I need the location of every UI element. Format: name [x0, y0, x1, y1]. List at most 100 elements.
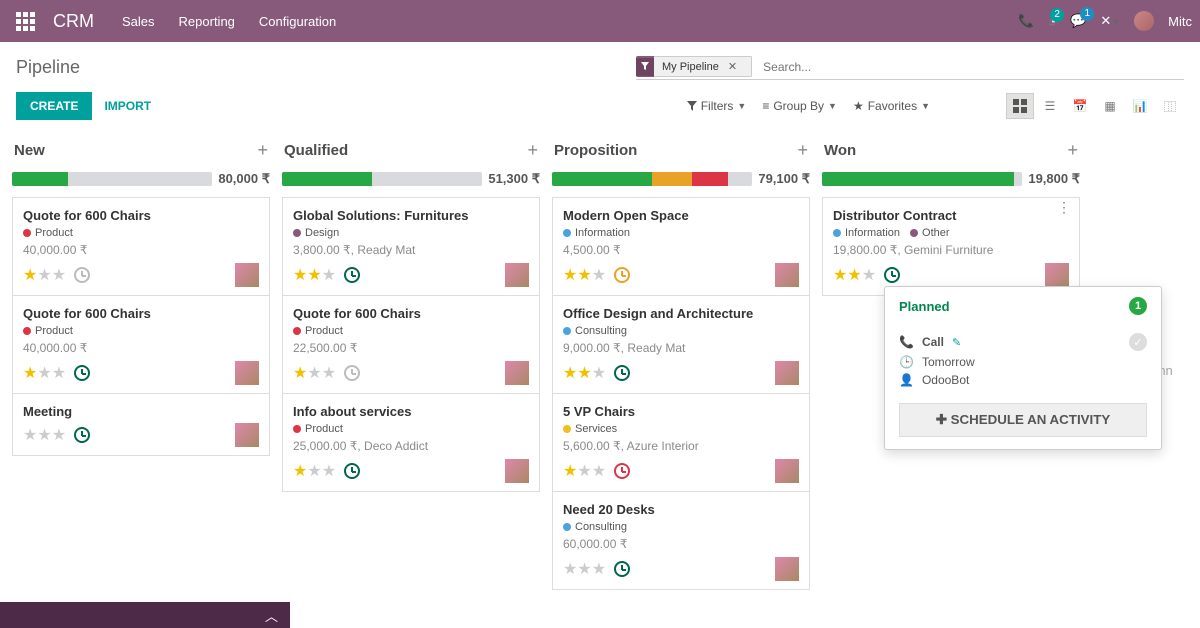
star-icon[interactable]: ★ [592, 559, 606, 579]
apps-icon[interactable] [8, 4, 43, 39]
clock-icon[interactable] [614, 365, 630, 381]
star-icon[interactable]: ★ [833, 265, 847, 285]
kanban-card[interactable]: Quote for 600 ChairsProduct22,500.00 ₹★★… [282, 296, 540, 394]
filters-dropdown[interactable]: Filters▼ [687, 99, 747, 113]
avatar[interactable] [505, 361, 529, 385]
view-list[interactable]: ☰ [1036, 93, 1064, 119]
star-icon[interactable]: ★ [322, 461, 336, 481]
edit-icon[interactable]: ✎ [952, 336, 961, 349]
clock-icon[interactable] [344, 267, 360, 283]
card-title[interactable]: 5 VP Chairs [563, 404, 799, 419]
card-title[interactable]: Quote for 600 Chairs [23, 208, 259, 223]
avatar[interactable] [775, 557, 799, 581]
user-avatar[interactable] [1134, 11, 1154, 31]
kanban-card[interactable]: Need 20 DesksConsulting60,000.00 ₹★★★ [552, 492, 810, 590]
view-kanban[interactable] [1006, 93, 1034, 119]
card-title[interactable]: Info about services [293, 404, 529, 419]
star-icon[interactable]: ★ [862, 265, 876, 285]
schedule-activity-button[interactable]: ✚ SCHEDULE AN ACTIVITY [899, 403, 1147, 437]
user-name[interactable]: Mitc [1168, 14, 1192, 29]
star-icon[interactable]: ★ [847, 265, 861, 285]
kanban-card[interactable]: Modern Open SpaceInformation4,500.00 ₹★★… [552, 197, 810, 296]
star-icon[interactable]: ★ [563, 265, 577, 285]
add-card-button[interactable]: + [257, 140, 268, 161]
clock-icon[interactable] [74, 267, 90, 283]
card-title[interactable]: Office Design and Architecture [563, 306, 799, 321]
kanban-card[interactable]: Quote for 600 ChairsProduct40,000.00 ₹★★… [12, 296, 270, 394]
star-icon[interactable]: ★ [293, 461, 307, 481]
clock-icon[interactable] [614, 463, 630, 479]
star-icon[interactable]: ★ [23, 265, 37, 285]
view-calendar[interactable]: 📅 [1066, 93, 1094, 119]
search-input[interactable] [760, 57, 1184, 77]
card-title[interactable]: Meeting [23, 404, 259, 419]
tools-icon[interactable]: ✕▼ [1100, 13, 1120, 29]
card-title[interactable]: Need 20 Desks [563, 502, 799, 517]
card-title[interactable]: Distributor Contract [833, 208, 1069, 223]
avatar[interactable] [235, 263, 259, 287]
progress-bar[interactable] [12, 172, 212, 186]
done-icon[interactable]: ✓ [1129, 333, 1147, 351]
progress-bar[interactable] [282, 172, 482, 186]
avatar[interactable] [1045, 263, 1069, 287]
progress-bar[interactable] [822, 172, 1022, 186]
clock-icon[interactable] [614, 267, 630, 283]
star-icon[interactable]: ★ [563, 559, 577, 579]
card-title[interactable]: Quote for 600 Chairs [293, 306, 529, 321]
star-icon[interactable]: ★ [23, 363, 37, 383]
bottom-bar[interactable]: ︿ [0, 602, 290, 628]
star-icon[interactable]: ★ [577, 461, 591, 481]
kanban-card[interactable]: Meeting★★★ [12, 394, 270, 456]
clock-icon[interactable] [344, 365, 360, 381]
clock-icon[interactable] [344, 463, 360, 479]
clock-icon[interactable] [74, 365, 90, 381]
kanban-card[interactable]: Global Solutions: FurnituresDesign3,800.… [282, 197, 540, 296]
view-graph[interactable]: 📊 [1126, 93, 1154, 119]
activity-icon[interactable]: ◔2 [1048, 14, 1056, 29]
star-icon[interactable]: ★ [592, 363, 606, 383]
facet-remove[interactable]: ✕ [722, 61, 743, 73]
star-icon[interactable]: ★ [52, 425, 66, 445]
star-icon[interactable]: ★ [592, 265, 606, 285]
groupby-dropdown[interactable]: ≡ Group By▼ [762, 99, 837, 113]
avatar[interactable] [775, 263, 799, 287]
star-icon[interactable]: ★ [293, 363, 307, 383]
star-icon[interactable]: ★ [563, 363, 577, 383]
avatar[interactable] [775, 459, 799, 483]
star-icon[interactable]: ★ [563, 461, 577, 481]
star-icon[interactable]: ★ [52, 363, 66, 383]
nav-configuration[interactable]: Configuration [259, 14, 336, 29]
clock-icon[interactable] [74, 427, 90, 443]
star-icon[interactable]: ★ [577, 265, 591, 285]
add-card-button[interactable]: + [797, 140, 808, 161]
star-icon[interactable]: ★ [577, 559, 591, 579]
star-icon[interactable]: ★ [37, 425, 51, 445]
star-icon[interactable]: ★ [23, 425, 37, 445]
nav-reporting[interactable]: Reporting [179, 14, 235, 29]
clock-icon[interactable] [884, 267, 900, 283]
star-icon[interactable]: ★ [307, 363, 321, 383]
avatar[interactable] [775, 361, 799, 385]
messages-icon[interactable]: 💬1 [1070, 13, 1086, 29]
import-button[interactable]: IMPORT [92, 92, 163, 120]
card-title[interactable]: Quote for 600 Chairs [23, 306, 259, 321]
kanban-card[interactable]: ⋮Distributor ContractInformationOther19,… [822, 197, 1080, 296]
star-icon[interactable]: ★ [52, 265, 66, 285]
star-icon[interactable]: ★ [322, 363, 336, 383]
avatar[interactable] [505, 263, 529, 287]
kanban-card[interactable]: 5 VP ChairsServices5,600.00 ₹, Azure Int… [552, 394, 810, 492]
avatar[interactable] [235, 361, 259, 385]
phone-icon[interactable]: 📞 [1018, 13, 1034, 29]
star-icon[interactable]: ★ [307, 461, 321, 481]
star-icon[interactable]: ★ [37, 363, 51, 383]
progress-bar[interactable] [552, 172, 752, 186]
add-card-button[interactable]: + [527, 140, 538, 161]
brand[interactable]: CRM [53, 11, 94, 32]
star-icon[interactable]: ★ [293, 265, 307, 285]
star-icon[interactable]: ★ [322, 265, 336, 285]
star-icon[interactable]: ★ [577, 363, 591, 383]
avatar[interactable] [505, 459, 529, 483]
avatar[interactable] [235, 423, 259, 447]
card-title[interactable]: Modern Open Space [563, 208, 799, 223]
star-icon[interactable]: ★ [37, 265, 51, 285]
